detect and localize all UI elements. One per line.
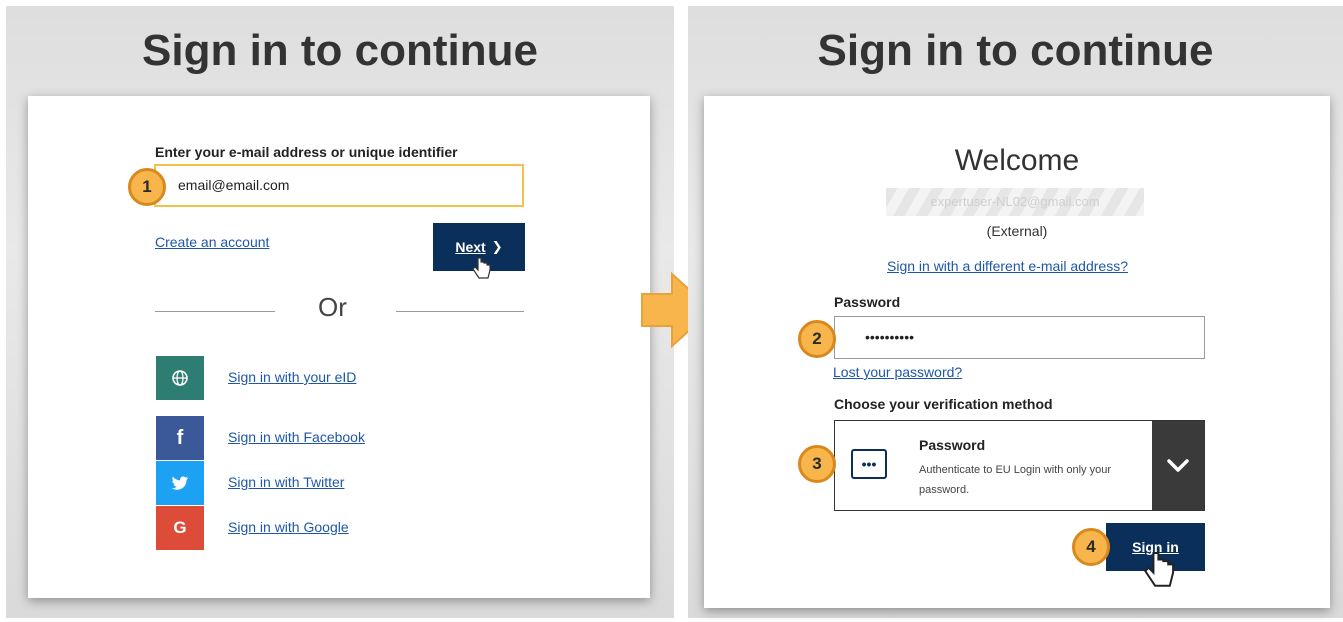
facebook-signin-link[interactable]: Sign in with Facebook: [228, 429, 365, 445]
next-button-label: Next: [455, 239, 486, 255]
facebook-icon: f: [176, 426, 184, 449]
email-label: Enter your e-mail address or unique iden…: [155, 144, 458, 160]
google-signin-link[interactable]: Sign in with Google: [228, 519, 349, 535]
eid-signin-link[interactable]: Sign in with your eID: [228, 369, 356, 385]
chevron-down-icon: [1167, 458, 1189, 472]
or-separator: Or: [318, 292, 347, 322]
method-description: Authenticate to EU Login with only your …: [919, 464, 1112, 496]
page-title: Sign in to continue: [142, 26, 538, 75]
step-2-badge: 2: [798, 320, 836, 358]
welcome-heading: Welcome: [954, 144, 1080, 177]
twitter-icon: [171, 476, 189, 490]
eid-icon-button[interactable]: [156, 356, 204, 400]
facebook-icon-button[interactable]: f: [156, 416, 204, 460]
step-4-badge: 4: [1072, 528, 1110, 566]
globe-icon: [172, 370, 188, 386]
password-label: Password: [834, 294, 901, 310]
divider-left: [155, 311, 275, 312]
password-input[interactable]: ••••••••••: [834, 316, 1205, 359]
password-login-card: Welcome expertuser-NL02@gmail.com (Exter…: [704, 96, 1330, 608]
dropdown-toggle[interactable]: [1152, 421, 1204, 510]
verification-label: Choose your verification method: [834, 396, 1053, 412]
different-email-link[interactable]: Sign in with a different e-mail address?: [887, 258, 1128, 274]
email-input[interactable]: email@email.com: [154, 164, 524, 207]
chevron-right-icon: ❯: [491, 239, 503, 254]
email-login-card: Enter your e-mail address or unique iden…: [28, 96, 650, 598]
account-type: (External): [986, 223, 1048, 239]
step-1-badge: 1: [128, 168, 166, 206]
verification-method-select[interactable]: ••• Password Authenticate to EU Login wi…: [834, 420, 1205, 511]
hand-cursor-icon: [472, 257, 491, 279]
page-title: Sign in to continue: [817, 26, 1214, 75]
lost-password-link[interactable]: Lost your password?: [833, 364, 962, 380]
step-3-badge: 3: [798, 445, 836, 483]
google-icon-button[interactable]: G: [156, 506, 204, 550]
twitter-icon-button[interactable]: [156, 461, 204, 505]
blurred-email: expertuser-NL02@gmail.com: [886, 188, 1144, 216]
hand-cursor-icon: [1144, 552, 1175, 587]
left-panel: Sign in to continue Enter your e-mail ad…: [6, 6, 674, 618]
google-icon: G: [173, 518, 187, 537]
right-panel: Sign in to continue Welcome expertuser-N…: [688, 6, 1343, 618]
create-account-link[interactable]: Create an account: [155, 234, 269, 250]
twitter-signin-link[interactable]: Sign in with Twitter: [228, 474, 344, 490]
method-title: Password: [919, 437, 986, 453]
password-dots-icon: •••: [851, 449, 887, 479]
divider-right: [396, 311, 524, 312]
